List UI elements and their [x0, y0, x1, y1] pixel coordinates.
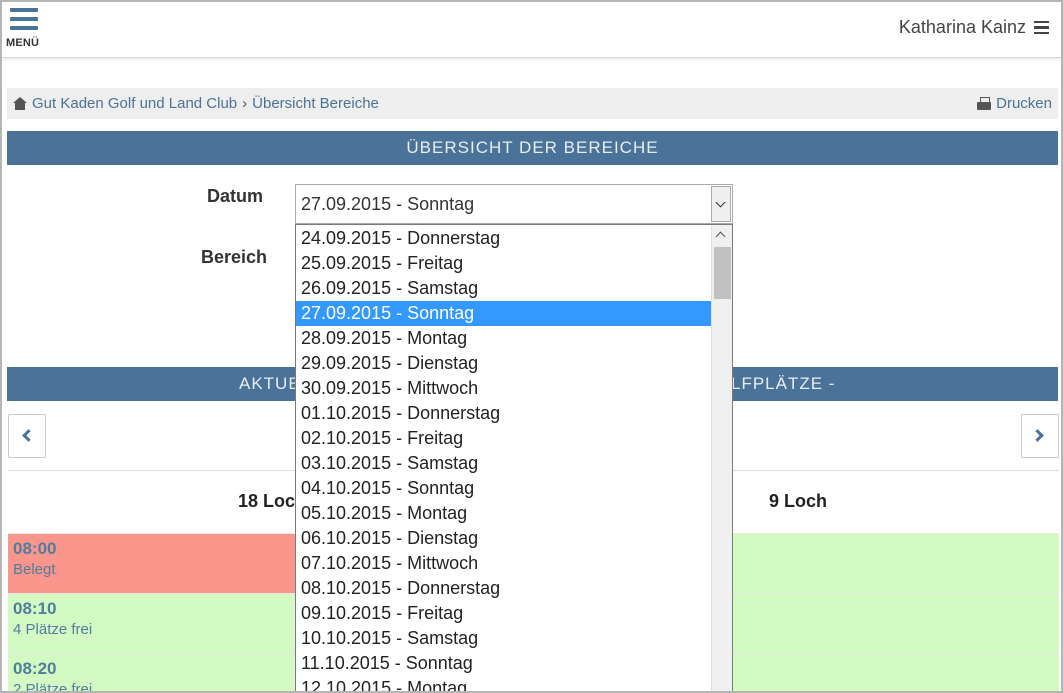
datum-dropdown-list[interactable]: 24.09.2015 - Donnerstag 25.09.2015 - Fre… — [295, 224, 733, 691]
dropdown-option[interactable]: 29.09.2015 - Dienstag — [296, 351, 711, 376]
dropdown-option[interactable]: 11.10.2015 - Sonntag — [296, 651, 711, 676]
hamburger-icon — [1034, 18, 1049, 38]
bereich-label: Bereich — [201, 247, 268, 267]
dropdown-option[interactable]: 01.10.2015 - Donnerstag — [296, 401, 711, 426]
section-title-overview: ÜBERSICHT DER BEREICHE — [7, 131, 1058, 165]
scrollbar-thumb[interactable] — [714, 247, 731, 299]
dropdown-option[interactable]: 26.09.2015 - Samstag — [296, 276, 711, 301]
section-title-left: AKTUE — [239, 374, 301, 393]
breadcrumb-separator: › — [242, 95, 248, 112]
slot-time: 08:10 — [13, 599, 57, 618]
print-icon — [977, 97, 992, 110]
app-frame: MENÜ Katharina Kainz Gut Kaden Golf und … — [0, 0, 1063, 693]
prev-day-button[interactable] — [8, 414, 46, 458]
user-menu[interactable]: Katharina Kainz — [899, 17, 1049, 38]
dropdown-option[interactable]: 04.10.2015 - Sonntag — [296, 476, 711, 501]
menu-button[interactable]: MENÜ — [6, 8, 46, 52]
slot-time: 08:00 — [13, 539, 57, 558]
datum-select-value: 27.09.2015 - Sonntag — [301, 194, 475, 214]
dropdown-option[interactable]: 05.10.2015 - Montag — [296, 501, 711, 526]
menu-label: MENÜ — [6, 37, 40, 49]
dropdown-option[interactable]: 07.10.2015 - Mittwoch — [296, 551, 711, 576]
dropdown-scrollbar[interactable] — [711, 225, 732, 691]
dropdown-option[interactable]: 02.10.2015 - Freitag — [296, 426, 711, 451]
slot-status: 2 Plätze frei — [13, 681, 93, 693]
dropdown-option[interactable]: 30.09.2015 - Mittwoch — [296, 376, 711, 401]
slot-status: Belegt — [13, 561, 56, 578]
top-bar: MENÜ Katharina Kainz — [2, 2, 1061, 58]
print-label: Drucken — [996, 95, 1052, 112]
breadcrumb-current[interactable]: Übersicht Bereiche — [252, 95, 379, 112]
print-button[interactable]: Drucken — [977, 95, 1052, 112]
dropdown-option[interactable]: 24.09.2015 - Donnerstag — [296, 226, 711, 251]
column-header-9-loch: 9 Loch — [769, 491, 828, 511]
dropdown-option[interactable]: 06.10.2015 - Dienstag — [296, 526, 711, 551]
chevron-down-icon[interactable] — [711, 186, 731, 222]
datum-label: Datum — [207, 186, 264, 206]
chevron-left-icon — [22, 429, 35, 442]
dropdown-option[interactable]: 08.10.2015 - Donnerstag — [296, 576, 711, 601]
chevron-up-icon[interactable] — [715, 231, 726, 242]
next-day-button[interactable] — [1021, 414, 1059, 458]
breadcrumb: Gut Kaden Golf und Land Club › Übersicht… — [7, 88, 1058, 119]
hamburger-icon — [6, 8, 46, 30]
dropdown-option[interactable]: 09.10.2015 - Freitag — [296, 601, 711, 626]
dropdown-option-selected[interactable]: 27.09.2015 - Sonntag — [296, 301, 711, 326]
breadcrumb-club-link[interactable]: Gut Kaden Golf und Land Club — [32, 95, 237, 112]
dropdown-option[interactable]: 10.10.2015 - Samstag — [296, 626, 711, 651]
dropdown-option[interactable]: 12.10.2015 - Montag — [296, 676, 711, 691]
slot-status: 4 Plätze frei — [13, 621, 93, 638]
dropdown-option[interactable]: 28.09.2015 - Montag — [296, 326, 711, 351]
datum-select[interactable]: 27.09.2015 - Sonntag — [295, 184, 733, 224]
slot-time: 08:20 — [13, 659, 57, 678]
user-name: Katharina Kainz — [898, 17, 1026, 37]
dropdown-option[interactable]: 03.10.2015 - Samstag — [296, 451, 711, 476]
chevron-right-icon — [1031, 429, 1044, 442]
dropdown-option[interactable]: 25.09.2015 - Freitag — [296, 251, 711, 276]
section-title-right: LFPLÄTZE - — [731, 374, 836, 393]
home-icon — [13, 97, 27, 110]
